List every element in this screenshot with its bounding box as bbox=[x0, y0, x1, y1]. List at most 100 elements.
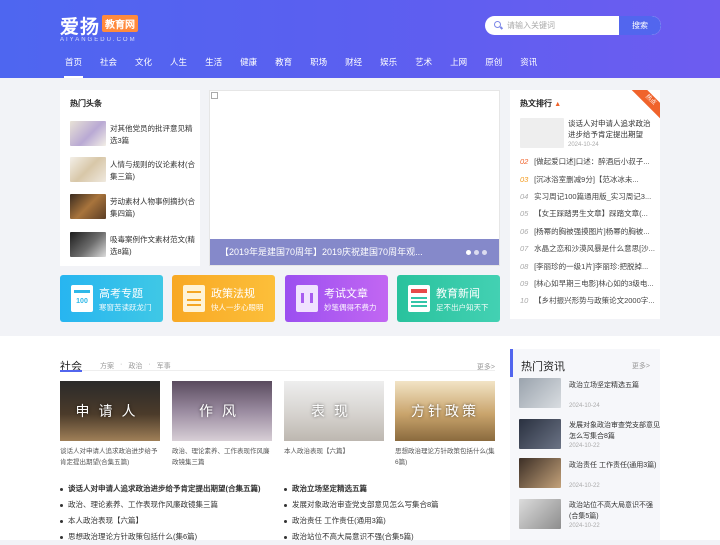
carousel-dots bbox=[466, 250, 487, 255]
nav-item-news[interactable]: 资讯 bbox=[511, 50, 546, 78]
list-item[interactable]: 本人政治表现【六篇】 bbox=[60, 513, 275, 529]
feature-item[interactable]: 作风 政治、理论素养、工作表现作风廉政镜集三篇 bbox=[172, 381, 272, 468]
feature-image: 申请人 bbox=[60, 381, 160, 441]
article-date: 2024-10-22 bbox=[569, 483, 600, 489]
list-item[interactable]: 人情与规则的议论素材(合集三篇) bbox=[70, 157, 198, 185]
carousel-dot[interactable] bbox=[474, 250, 479, 255]
card-gaokao[interactable]: 100 高考专题 寒窗苦读跃龙门 bbox=[60, 275, 163, 322]
category-link[interactable]: 政治 bbox=[128, 361, 142, 371]
carousel-caption[interactable]: 【2019年是建国70周年】2019庆祝建国70周年观... bbox=[220, 245, 440, 258]
ranking-row[interactable]: 05 【女王踩踏男生文章】踩踏文章(... bbox=[520, 206, 658, 222]
nav-item-culture[interactable]: 文化 bbox=[126, 50, 161, 78]
ranking-row[interactable]: 09 [林心如早期三电影]林心如的3级电... bbox=[520, 276, 658, 292]
more-link[interactable]: 更多> bbox=[477, 362, 495, 372]
nav-item-internet[interactable]: 上网 bbox=[441, 50, 476, 78]
ranking-row[interactable]: 03 [沉冰浴室删减9分]【范冰冰未... bbox=[520, 172, 658, 188]
ranking-row[interactable]: 06 [杨幂的胸被强摸图片]杨幂的胸被... bbox=[520, 224, 658, 240]
nav-item-original[interactable]: 原创 bbox=[476, 50, 511, 78]
news-item[interactable]: 发展对象政治审查党支部意见怎么写集合8篇 2024-10-22 bbox=[519, 419, 660, 454]
article-date: 2024-10-22 bbox=[569, 523, 600, 529]
card-exam[interactable]: 考试文章 妙笔偶得不费力 bbox=[285, 275, 388, 322]
category-link[interactable]: 军事 bbox=[157, 361, 171, 371]
rank-number: 04 bbox=[520, 192, 529, 201]
rank-number: 08 bbox=[520, 262, 529, 271]
ranking-row[interactable]: 08 [李丽珍的一级1片]李丽珍:把脱掉... bbox=[520, 259, 658, 275]
rank-number: 09 bbox=[520, 279, 529, 288]
carousel[interactable]: 【2019年是建国70周年】2019庆祝建国70周年观... bbox=[209, 90, 500, 266]
search-input[interactable] bbox=[507, 16, 617, 35]
newspaper-icon bbox=[408, 285, 430, 312]
ranking-top-item[interactable]: 谈话人对申请人追求政治进步给予肯定提出期望 2024-10-24 bbox=[520, 118, 654, 152]
card-subtitle: 寒窗苦读跃龙门 bbox=[99, 303, 152, 312]
ranking-row[interactable]: 04 实习周记100篇通用版_实习周记3... bbox=[520, 189, 658, 205]
nav-item-education[interactable]: 教育 bbox=[266, 50, 301, 78]
panel-title: 热门头条 bbox=[70, 99, 102, 108]
feature-image: 表现 bbox=[284, 381, 384, 441]
card-title: 教育新闻 bbox=[436, 288, 480, 300]
list-item[interactable]: 政治责任 工作责任(通用3篇) bbox=[284, 513, 499, 529]
card-title: 考试文章 bbox=[324, 288, 368, 300]
card-title: 政策法规 bbox=[211, 288, 255, 300]
nav-item-finance[interactable]: 财经 bbox=[336, 50, 371, 78]
society-header: 社会 方案 · 政治 · 军事 更多> bbox=[60, 349, 495, 373]
hot-badge-text: 热点 bbox=[643, 93, 657, 107]
feature-item[interactable]: 方针政策 思想政治理论方针政策包括什么(集6篇) bbox=[395, 381, 495, 468]
news-item[interactable]: 政治立场坚定精选五篇 2024-10-24 bbox=[519, 378, 660, 413]
card-policy[interactable]: 政策法规 快人一步心眼明 bbox=[172, 275, 275, 322]
flame-icon: ▲ bbox=[554, 101, 562, 108]
hot-headlines-panel: 热门头条 对其他党员的批评意见精选3篇 人情与规则的议论素材(合集三篇) 劳动素… bbox=[60, 90, 200, 266]
book-icon bbox=[296, 285, 318, 312]
logo-text: 爱扬 bbox=[60, 17, 101, 38]
rank-title: 水晶之恋和沙漠风暴是什么意思[沙... bbox=[534, 244, 655, 253]
more-link[interactable]: 更多> bbox=[632, 361, 650, 371]
nav-item-home[interactable]: 首页 bbox=[56, 50, 91, 78]
feature-item[interactable]: 申请人 谈话人对申请人追求政治进步给予肯定提出期望(合集五篇) bbox=[60, 381, 160, 468]
article-title: 吸毒案例作文素材范文(精选8篇) bbox=[110, 235, 195, 256]
rank-title: 【乡村振兴形势与政策论文2000字... bbox=[534, 296, 655, 305]
list-item[interactable]: 政治站位不高大局意识不强(合集5篇) bbox=[284, 529, 499, 545]
search-box: 搜索 bbox=[485, 16, 661, 35]
feature-image: 方针政策 bbox=[395, 381, 495, 441]
list-item[interactable]: 谈话人对申请人追求政治进步给予肯定提出期望(合集五篇) bbox=[60, 481, 275, 497]
carousel-dot[interactable] bbox=[482, 250, 487, 255]
ranking-row[interactable]: 07 水晶之恋和沙漠风暴是什么意思[沙... bbox=[520, 241, 658, 257]
article-title: 政治站位不高大局意识不强(合集5篇) bbox=[569, 502, 653, 520]
article-list-left: 谈话人对申请人追求政治进步给予肯定提出期望(合集五篇) 政治、理论素养、工作表现… bbox=[60, 481, 275, 545]
section-categories: 方案 · 政治 · 军事 bbox=[100, 361, 171, 371]
category-link[interactable]: 方案 bbox=[100, 361, 114, 371]
list-item[interactable]: 政治、理论素养、工作表现作风廉政镜集三篇 bbox=[60, 497, 275, 513]
broken-image-icon bbox=[211, 92, 218, 99]
list-item[interactable]: 吸毒案例作文素材范文(精选8篇) bbox=[70, 232, 198, 260]
article-thumbnail bbox=[519, 458, 561, 488]
article-date: 2024-10-24 bbox=[569, 403, 600, 409]
document-icon bbox=[183, 285, 205, 312]
ranking-row[interactable]: 10 【乡村振兴形势与政策论文2000字... bbox=[520, 293, 658, 309]
list-item[interactable]: 劳动素材人物事例摘抄(合集四篇) bbox=[70, 194, 198, 222]
card-news[interactable]: 教育新闻 足不出户知天下 bbox=[397, 275, 500, 322]
carousel-dot[interactable] bbox=[466, 250, 471, 255]
nav-item-art[interactable]: 艺术 bbox=[406, 50, 441, 78]
list-item[interactable]: 思想政治理论方针政策包括什么(集6篇) bbox=[60, 529, 275, 545]
nav-item-health[interactable]: 健康 bbox=[231, 50, 266, 78]
nav-item-society[interactable]: 社会 bbox=[91, 50, 126, 78]
rank-title: [林心如早期三电影]林心如的3级电... bbox=[534, 279, 654, 288]
news-item[interactable]: 政治责任 工作责任(通用3篇) 2024-10-22 bbox=[519, 458, 660, 493]
list-item[interactable]: 政治立场坚定精选五篇 bbox=[284, 481, 499, 497]
rank-number: 06 bbox=[520, 227, 529, 236]
feature-caption: 思想政治理论方针政策包括什么(集6篇) bbox=[395, 448, 495, 466]
nav-item-career[interactable]: 职场 bbox=[301, 50, 336, 78]
article-list-right: 政治立场坚定精选五篇 发展对象政治审查党支部意见怎么写集合8篇 政治责任 工作责… bbox=[284, 481, 499, 545]
article-thumbnail bbox=[520, 118, 564, 148]
nav-item-life[interactable]: 人生 bbox=[161, 50, 196, 78]
card-subtitle: 快人一步心眼明 bbox=[211, 303, 264, 312]
news-item[interactable]: 政治站位不高大局意识不强(合集5篇) 2024-10-22 bbox=[519, 499, 660, 534]
rank-title: [李丽珍的一级1片]李丽珍:把脱掉... bbox=[534, 262, 649, 271]
list-item[interactable]: 发展对象政治审查党支部意见怎么写集合8篇 bbox=[284, 497, 499, 513]
nav-item-entertainment[interactable]: 娱乐 bbox=[371, 50, 406, 78]
feature-item[interactable]: 表现 本人政治表现【六篇】 bbox=[284, 381, 384, 457]
search-button[interactable]: 搜索 bbox=[619, 16, 661, 35]
ranking-row[interactable]: 02 [做起爱口述]口述：醉酒后小叔子... bbox=[520, 154, 658, 170]
logo[interactable]: 爱扬 教育网 AIYANGEDU.COM bbox=[60, 12, 139, 43]
list-item[interactable]: 对其他党员的批评意见精选3篇 bbox=[70, 121, 198, 149]
nav-item-living[interactable]: 生活 bbox=[196, 50, 231, 78]
